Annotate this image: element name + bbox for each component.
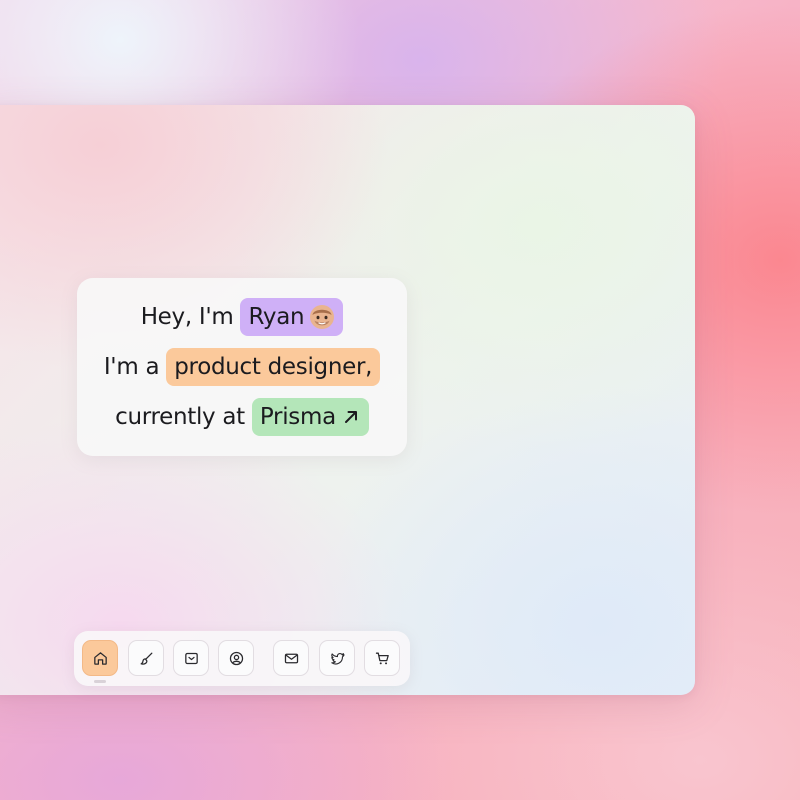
cart-icon bbox=[375, 652, 389, 664]
dock-inbox-button[interactable] bbox=[173, 640, 209, 676]
role-line: I'm a product designer, bbox=[103, 347, 381, 387]
arrow-up-right-icon bbox=[341, 407, 361, 427]
intro-card: Hey, I'm Ryan I'm a product designer, cu… bbox=[77, 278, 407, 456]
brush-icon bbox=[140, 652, 152, 665]
dock-shop-button[interactable] bbox=[364, 640, 400, 676]
name-chip: Ryan bbox=[240, 298, 344, 336]
dock-home-button[interactable] bbox=[82, 640, 118, 676]
role-text: product designer, bbox=[174, 354, 373, 380]
dock-about-button[interactable] bbox=[218, 640, 254, 676]
inbox-icon bbox=[184, 652, 198, 664]
greeting-line: Hey, I'm Ryan bbox=[141, 297, 344, 337]
company-line: currently at Prisma bbox=[115, 397, 369, 437]
company-text: Prisma bbox=[259, 404, 336, 430]
company-prefix: currently at bbox=[115, 404, 245, 430]
dock-twitter-button[interactable] bbox=[319, 640, 355, 676]
dock-work-button[interactable] bbox=[128, 640, 164, 676]
greeting-prefix: Hey, I'm bbox=[140, 304, 234, 330]
memoji-avatar-icon bbox=[309, 304, 335, 330]
active-indicator bbox=[94, 680, 106, 683]
dock-mail-button[interactable] bbox=[273, 640, 309, 676]
dock bbox=[74, 631, 410, 686]
name-text: Ryan bbox=[248, 304, 305, 330]
mail-icon bbox=[284, 653, 298, 663]
role-chip: product designer, bbox=[166, 348, 381, 386]
user-circle-icon bbox=[229, 651, 243, 665]
home-icon bbox=[93, 651, 107, 665]
role-prefix: I'm a bbox=[103, 354, 160, 380]
company-link[interactable]: Prisma bbox=[251, 398, 369, 436]
twitter-icon bbox=[330, 652, 344, 665]
